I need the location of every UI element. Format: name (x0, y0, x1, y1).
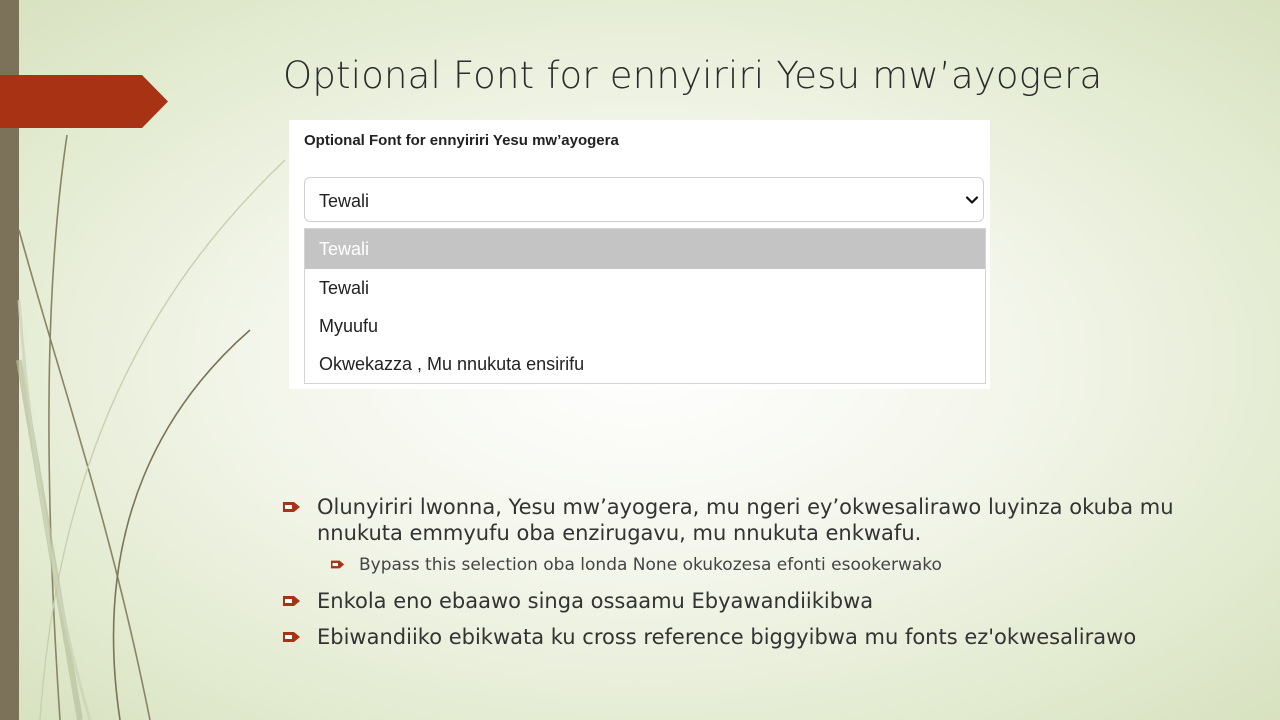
chevron-down-icon[interactable] (964, 192, 980, 208)
font-option[interactable]: Okwekazza , Mu nnukuta ensirifu (305, 345, 985, 383)
font-select[interactable]: Tewali (304, 177, 984, 222)
arrow-bullet-icon (283, 632, 300, 642)
sub-bullet-item: Bypass this selection oba londa None oku… (283, 554, 1183, 576)
font-select-label: Optional Font for ennyiriri Yesu mw’ayog… (304, 132, 619, 149)
bullet-text: Enkola eno ebaawo singa ossaamu Ebyawand… (317, 589, 874, 613)
bullet-item: Enkola eno ebaawo singa ossaamu Ebyawand… (283, 588, 1183, 614)
bullet-text: Bypass this selection oba londa None oku… (359, 555, 942, 575)
font-option[interactable]: Tewali (305, 229, 985, 269)
arrow-bullet-icon (331, 560, 345, 569)
bullet-item: Olunyiriri lwonna, Yesu mw’ayogera, mu n… (283, 494, 1183, 546)
bullet-item: Ebiwandiiko ebikwata ku cross reference … (283, 624, 1183, 650)
font-select-value: Tewali (319, 191, 370, 211)
bullet-text: Ebiwandiiko ebikwata ku cross reference … (317, 625, 1137, 649)
font-option[interactable]: Myuufu (305, 307, 985, 345)
embedded-screenshot: Optional Font for ennyiriri Yesu mw’ayog… (289, 120, 990, 389)
bullet-list: Olunyiriri lwonna, Yesu mw’ayogera, mu n… (283, 494, 1183, 660)
slide-title: Optional Font for ennyiriri Yesu mw’ayog… (283, 54, 1103, 97)
bullet-text: Olunyiriri lwonna, Yesu mw’ayogera, mu n… (317, 495, 1174, 545)
arrow-bullet-icon (283, 502, 300, 512)
title-arrow-icon (0, 75, 168, 128)
font-option[interactable]: Tewali (305, 269, 985, 307)
arrow-bullet-icon (283, 596, 300, 606)
font-options-list: Tewali Tewali Myuufu Okwekazza , Mu nnuk… (304, 228, 986, 384)
